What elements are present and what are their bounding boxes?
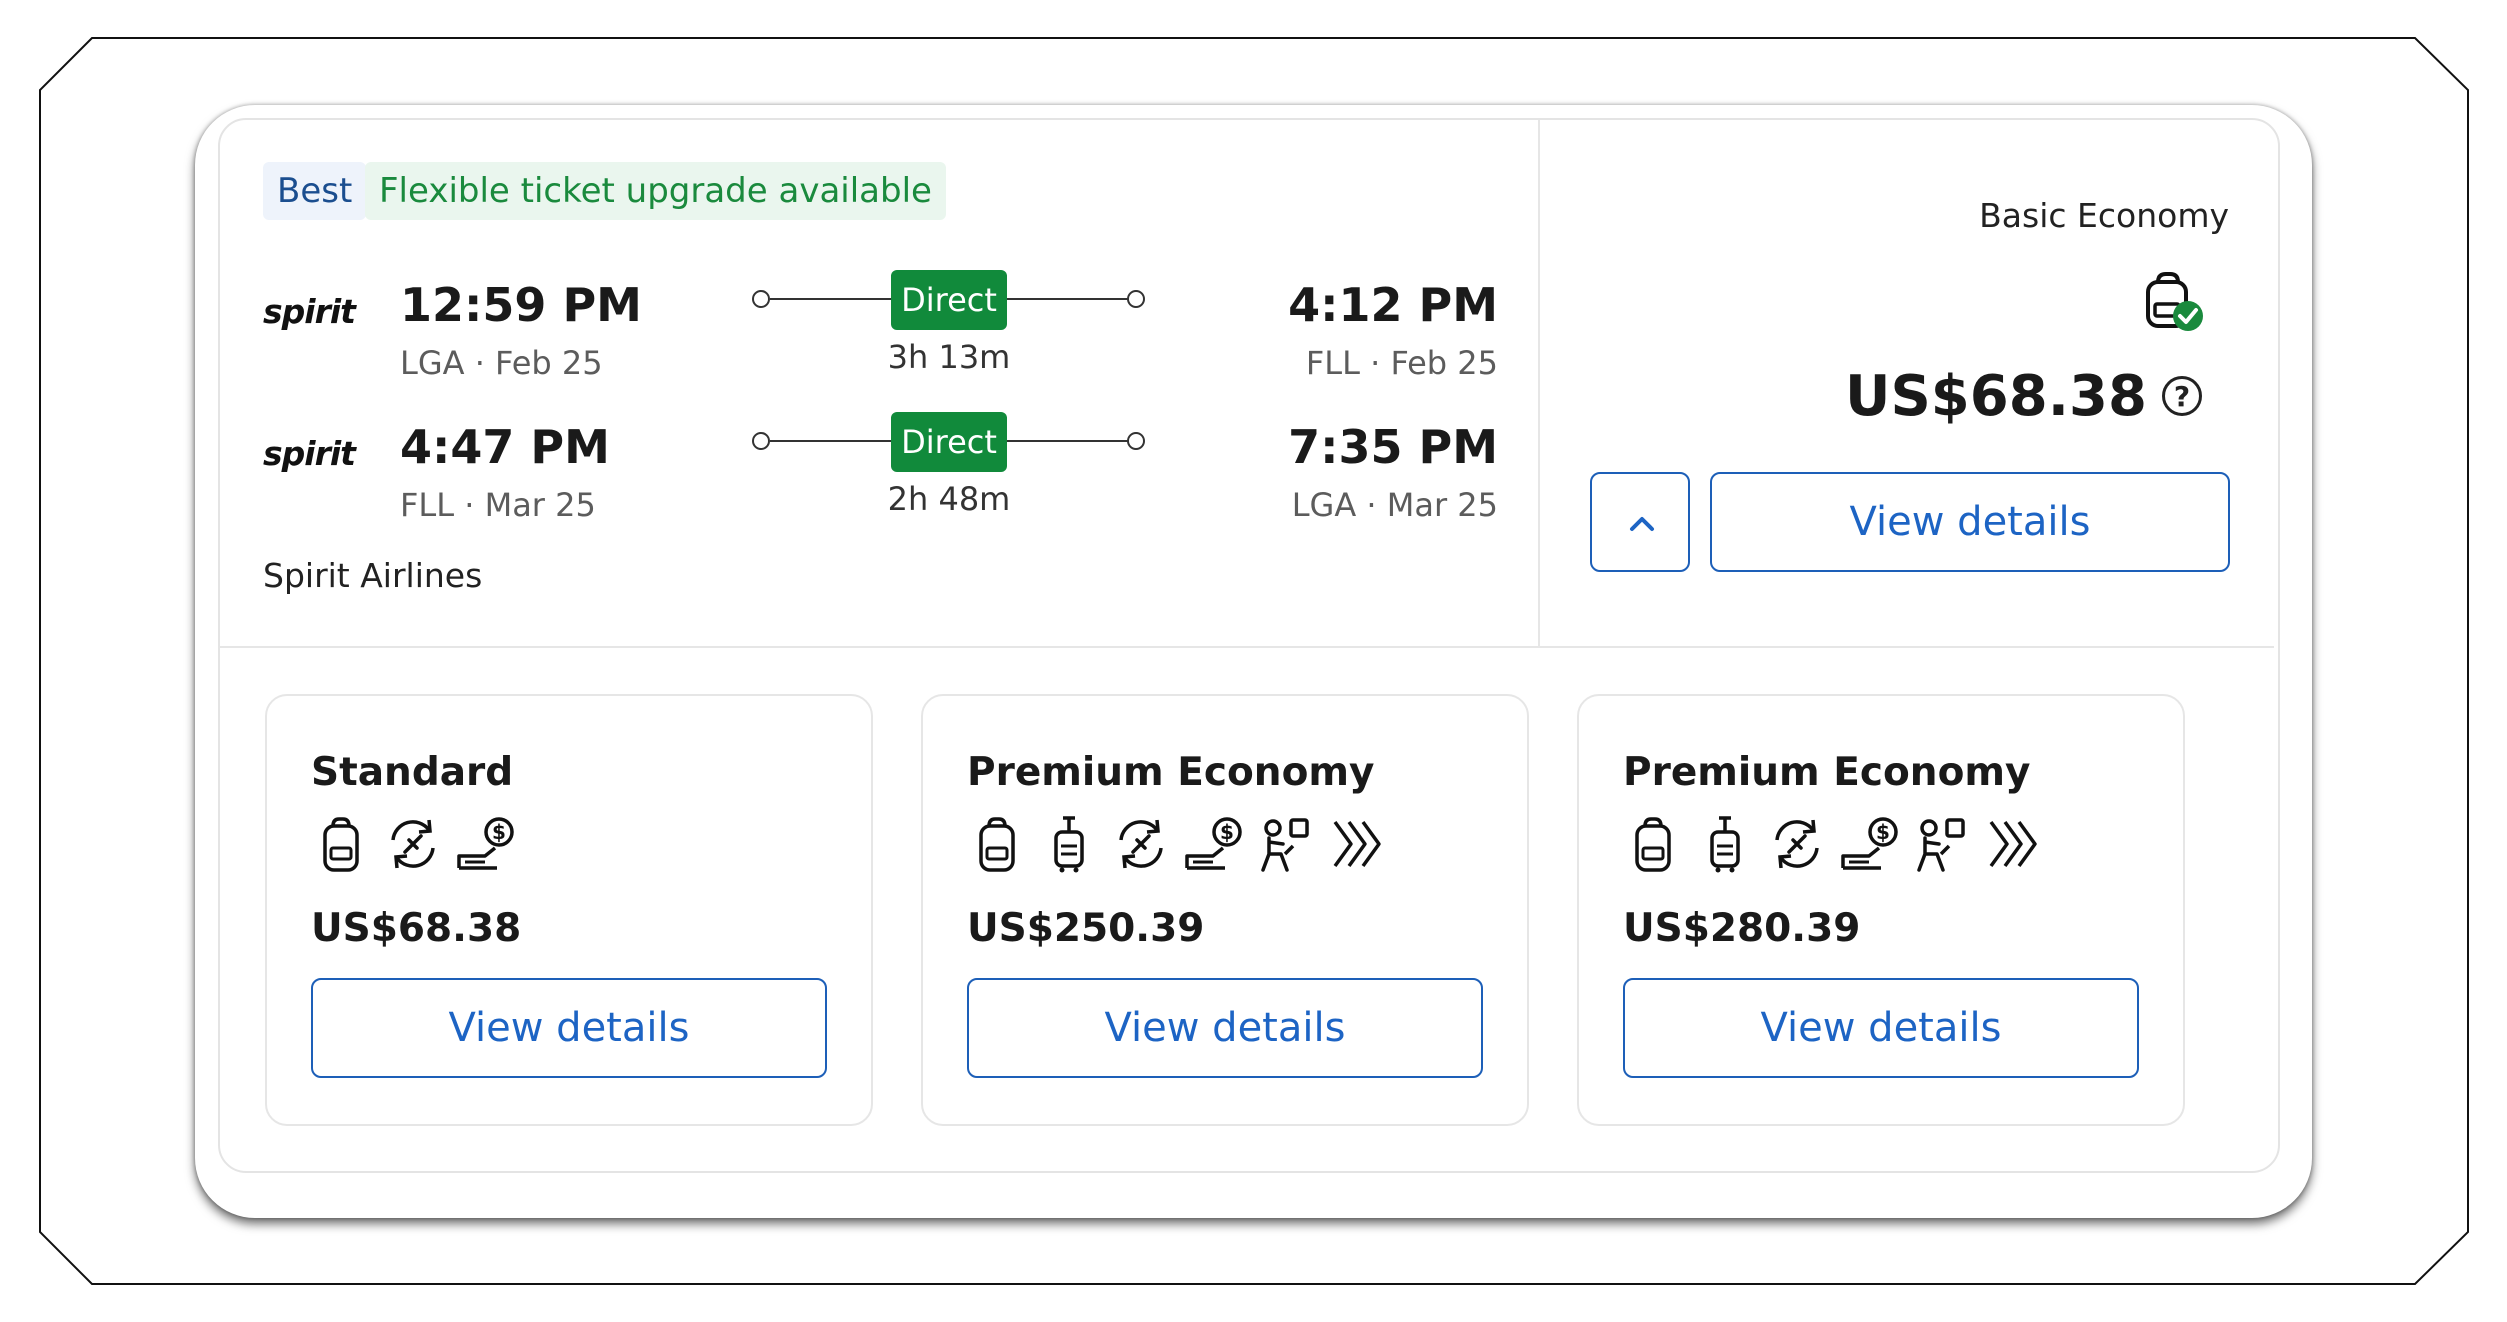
paid-seat-icon [455, 814, 515, 874]
personal-item-icon [311, 814, 371, 874]
return-depart-time: 4:47 PM [400, 420, 610, 474]
return-direct-badge: Direct [891, 412, 1007, 472]
fare-option-title: Premium Economy [967, 750, 1375, 795]
paid-seat-icon [1183, 814, 1243, 874]
best-badge: Best [263, 162, 367, 220]
fare-option-standard[interactable]: Standard US$68.38 View details [265, 694, 873, 1126]
fare-option-price: US$68.38 [311, 906, 522, 951]
outbound-depart-info: LGA · Feb 25 [400, 344, 603, 382]
fare-option-price: US$250.39 [967, 906, 1205, 951]
view-details-button[interactable]: View details [1710, 472, 2230, 572]
price-help-icon[interactable]: ? [2162, 376, 2202, 416]
view-details-button[interactable]: View details [311, 978, 827, 1078]
change-flight-icon [1111, 814, 1171, 874]
horizontal-divider [220, 646, 2274, 648]
outbound-direct-badge: Direct [891, 270, 1007, 330]
chevron-up-icon [1630, 517, 1654, 531]
paid-seat-icon [1839, 814, 1899, 874]
outbound-origin-dot [752, 290, 770, 308]
selected-fare-class: Basic Economy [1979, 196, 2229, 235]
view-details-button[interactable]: View details [1623, 978, 2139, 1078]
personal-item-icon [1623, 814, 1683, 874]
fare-option-price: US$280.39 [1623, 906, 1861, 951]
fare-option-premium-economy[interactable]: Premium Economy US$250.39 View details [921, 694, 1529, 1126]
carry-on-icon [1039, 814, 1099, 874]
outbound-arrive-info: FLL · Feb 25 [1305, 344, 1498, 382]
return-depart-info: FLL · Mar 25 [400, 486, 596, 524]
collapse-button[interactable] [1590, 472, 1690, 572]
outbound-depart-time: 12:59 PM [400, 278, 642, 332]
return-duration: 2h 48m [887, 480, 1011, 518]
return-destination-dot [1127, 432, 1145, 450]
fare-option-premium-economy-2[interactable]: Premium Economy US$280.39 View details [1577, 694, 2185, 1126]
selected-price: US$68.38 [1845, 364, 2147, 429]
vertical-divider [1538, 120, 1540, 648]
change-flight-icon [383, 814, 443, 874]
outbound-duration: 3h 13m [887, 338, 1011, 376]
priority-icon [1327, 814, 1387, 874]
personal-item-included-icon [2146, 272, 2203, 331]
carry-on-icon [1695, 814, 1755, 874]
outbound-arrive-time: 4:12 PM [1288, 278, 1498, 332]
flexible-ticket-badge: Flexible ticket upgrade available [365, 162, 946, 220]
change-flight-icon [1767, 814, 1827, 874]
airline-name: Spirit Airlines [263, 556, 483, 595]
return-arrive-info: LGA · Mar 25 [1291, 486, 1498, 524]
fare-option-title: Premium Economy [1623, 750, 2031, 795]
personal-item-icon [967, 814, 1027, 874]
outbound-destination-dot [1127, 290, 1145, 308]
seat-choice-icon [1911, 814, 1971, 874]
view-details-button[interactable]: View details [967, 978, 1483, 1078]
airline-logo-return: spirit [263, 434, 356, 473]
return-origin-dot [752, 432, 770, 450]
priority-icon [1983, 814, 2043, 874]
return-arrive-time: 7:35 PM [1288, 420, 1498, 474]
airline-logo-outbound: spirit [263, 292, 356, 331]
fare-option-title: Standard [311, 750, 514, 795]
seat-choice-icon [1255, 814, 1315, 874]
